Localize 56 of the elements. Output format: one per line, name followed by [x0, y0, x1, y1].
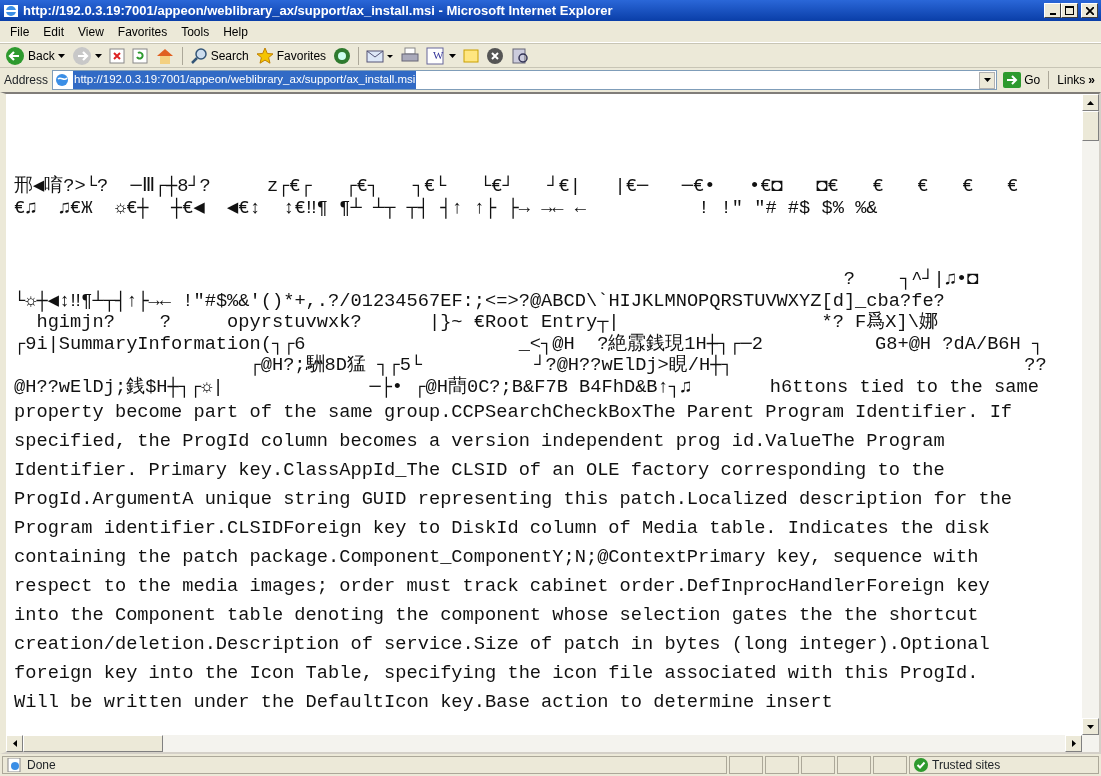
maximize-button[interactable]	[1061, 3, 1078, 18]
note-icon	[463, 47, 480, 64]
menu-item[interactable]: Favorites	[111, 21, 174, 42]
minimize-icon	[1049, 13, 1056, 15]
caret-icon	[983, 78, 991, 82]
star-icon	[255, 46, 274, 65]
stop-icon	[108, 47, 125, 64]
caret-icon	[449, 53, 457, 58]
back-button[interactable]: Back	[3, 44, 67, 67]
vertical-scrollbar[interactable]	[1082, 94, 1099, 735]
scroll-left-icon	[12, 740, 17, 747]
menu-item[interactable]: Help	[217, 21, 254, 42]
security-zone: Trusted sites	[932, 757, 1001, 774]
status-pane	[873, 756, 907, 774]
refresh-icon	[131, 47, 148, 64]
circle-x-icon	[486, 46, 505, 65]
address-field[interactable]: http://192.0.3.19:7001/appeon/weblibrary_ax/support/ax_install.msi	[52, 70, 998, 90]
browser-icon	[3, 2, 19, 19]
status-pane	[729, 756, 763, 774]
favorites-button[interactable]: Favorites	[253, 44, 329, 67]
edit-button[interactable]: W	[424, 44, 459, 67]
research-icon	[511, 46, 530, 65]
menu-item[interactable]: Tools	[175, 21, 216, 42]
check-icon	[914, 758, 928, 772]
address-label: Address	[4, 72, 49, 89]
dropdown-button[interactable]	[979, 71, 996, 89]
menu-item[interactable]: Edit	[37, 21, 71, 42]
scroll-thumb[interactable]	[1082, 111, 1099, 141]
document-text: 邢◀唷?>└? ─Ⅲ┌┼8┘? z┌€┌ ┌€┐ ┐€└ └€┘ ┘€| |€─ ─€• •€◘ ◘€ € € € € €♫ ♫€Ж ☼€┼ ┼€◀ ◀€↕ ↕€‼¶ ¶┴ ┴┬ ┬┤ ┤↑ ↑├ ├→ →← ← ! !" "# #$ $% %& ? ┐^┘|♫•◘ └☼┼◀↕‼¶┴┬┤↑├→← !"#$%&'()*+,.?/01234567EF:;<=>?@ABCD\`HIJKLMNOPQRSTUVWXYZ[d]_cba?fe? hgimjn? ? opyrstuvwxk? |}~ €Root Entry┬| *? F爲X]\娜 ┌9i|SummaryInformation(┐┌6 _<┐@H ?絶霡銭現1H┼┐┌─2 G8+@H ?dA/B6H ┐ ┌@H?;駲8D猛 ┐┌5└ ┘?@H??wElDj>睍/H┼┐ ?? @H??wElDj;銭$H┼┐┌☼| ─├• ┌@H蕳0C?;B&F7B B4FhD&B↑┐♫ h6ttons tied to the same property become part of the same group.CCPSearchCheckBoxThe Parent Program Identifier. If specified, the ProgId column becomes a version independent prog id.ValueThe Program Identifier. Primary key.ClassAppId_The CLSID of an OLE factory corresponding to the ProgId.ArgumentA unique string GUID representing this patch.Localized description for the Program identifier.CLSIDForeign key to DiskId column of Media table. Indicates the disk containing the patch package.Component_ComponentY;N;@ContextPrimary key, sequence with respect to the media images; order must track cabinet order.DefInprocHandlerForeign key into the Component table denoting the component whose selection gates the the shortcut creation/deletion.Description of service.Size of patch in bytes (long integer).Optional foreign key into the Icon Table, specifying the icon file associated with this ProgId. Will be written under the DefaultIcon key.Base action to determine insert	[13, 174, 1048, 715]
page-icon	[54, 72, 71, 88]
status-pane	[765, 756, 799, 774]
printer-icon	[401, 46, 420, 65]
search-icon	[189, 46, 208, 65]
status-pane	[801, 756, 835, 774]
scroll-down-icon	[1087, 724, 1094, 729]
links-button[interactable]: Links »	[1055, 69, 1097, 91]
status-text: Done	[27, 757, 56, 774]
media-icon	[333, 46, 352, 65]
caret-icon	[94, 53, 102, 58]
scroll-up-icon	[1087, 100, 1094, 105]
menu-item[interactable]: File	[4, 21, 36, 42]
go-button[interactable]: Go	[1001, 69, 1043, 91]
caret-icon	[57, 53, 65, 58]
scroll-thumb[interactable]	[23, 735, 163, 752]
maximize-icon	[1065, 6, 1074, 15]
close-button[interactable]	[1081, 3, 1098, 18]
close-icon	[1085, 6, 1094, 15]
minimize-button[interactable]	[1044, 3, 1061, 18]
search-button[interactable]: Search	[187, 44, 251, 67]
document-icon	[426, 46, 445, 65]
menu-item[interactable]: View	[72, 21, 110, 42]
page-icon	[7, 758, 23, 772]
status-pane	[837, 756, 871, 774]
scroll-right-icon	[1071, 740, 1076, 747]
window-title: http://192.0.3.19:7001/appeon/weblibrary_ax/support/ax_install.msi - Microsoft Internet Explorer	[23, 1, 613, 20]
horizontal-scrollbar[interactable]	[6, 735, 1099, 752]
